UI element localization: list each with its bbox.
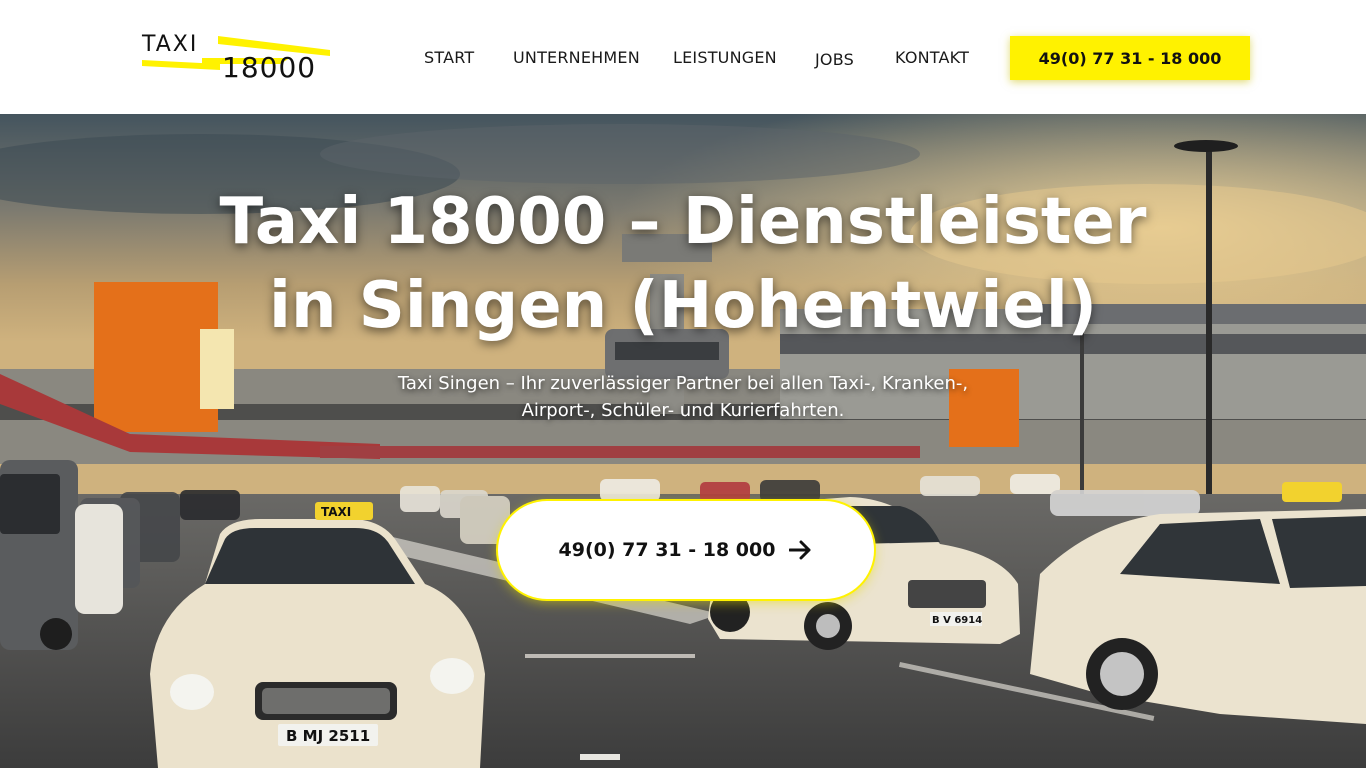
plate-right-text: B V 6914 — [932, 615, 982, 626]
nav-item-start[interactable]: START — [424, 48, 474, 67]
taxi-roof-sign-text: TAXI — [321, 505, 351, 519]
arrow-right-icon — [789, 540, 811, 560]
site-header: TAXI 18000 START UNTERNEHMEN LEISTUNGEN … — [0, 0, 1366, 114]
nav-item-unternehmen[interactable]: UNTERNEHMEN — [513, 48, 640, 67]
plate-left-text: B MJ 2511 — [286, 727, 370, 745]
hero-call-button[interactable]: 49(0) 77 31 - 18 000 — [498, 501, 874, 599]
nav-item-jobs[interactable]: JOBS — [815, 50, 854, 69]
hero-call-button-label: 49(0) 77 31 - 18 000 — [558, 539, 776, 561]
hero-title: Taxi 18000 – Dienstleister in Singen (Ho… — [219, 185, 1147, 343]
logo-text-number: 18000 — [222, 51, 316, 82]
taxi-18000-logo[interactable]: TAXI 18000 — [140, 30, 332, 82]
nav-item-kontakt[interactable]: KONTAKT — [895, 48, 969, 67]
logo-text-taxi: TAXI — [141, 32, 198, 57]
header-phone-button[interactable]: 49(0) 77 31 - 18 000 — [1010, 36, 1250, 80]
hero-subtitle: Taxi Singen – Ihr zuverlässiger Partner … — [397, 373, 969, 421]
hero-section: B MJ 2511 TAXI B V 6914 Taxi 18000 – Die… — [0, 114, 1366, 768]
nav-item-leistungen[interactable]: LEISTUNGEN — [673, 48, 777, 67]
